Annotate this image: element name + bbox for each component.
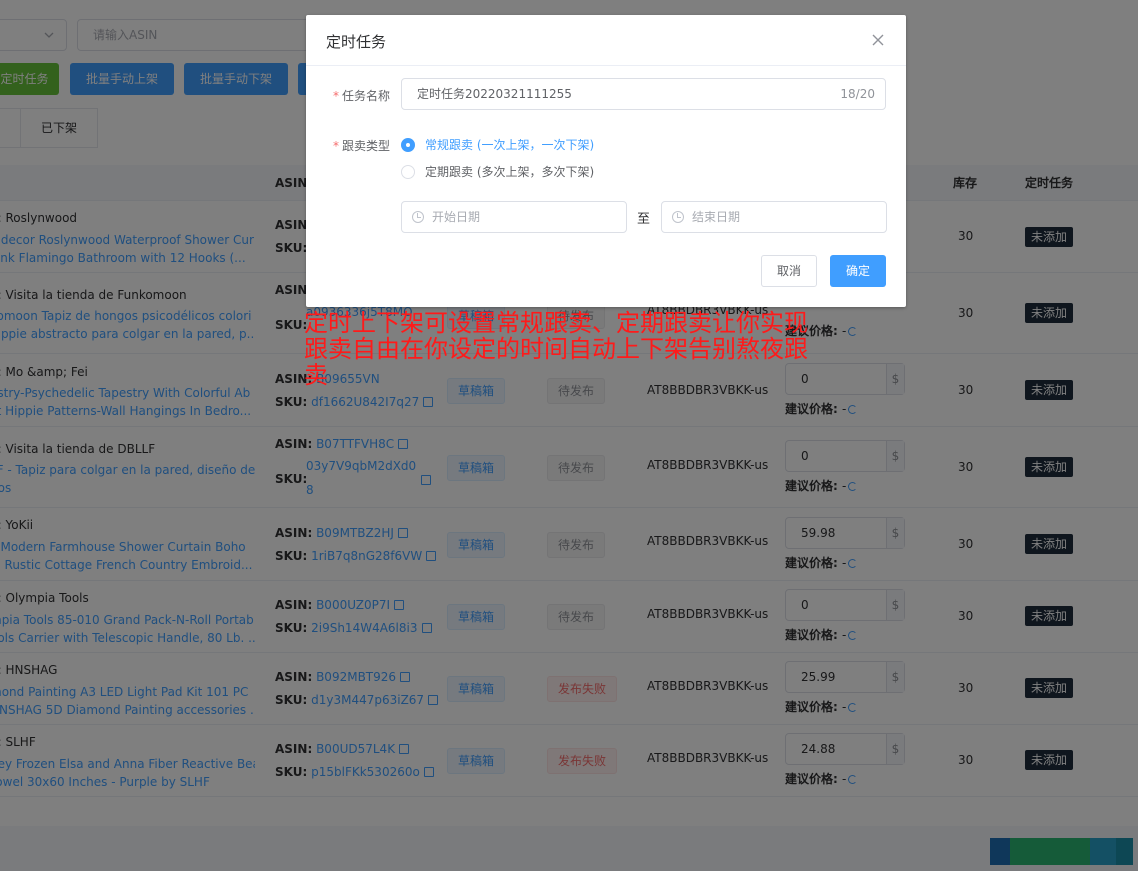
date-range-separator: 至 — [637, 212, 651, 227]
cancel-button[interactable]: 取消 — [761, 255, 817, 287]
confirm-button[interactable]: 确定 — [830, 255, 886, 287]
end-date-input[interactable]: 结束日期 — [661, 201, 887, 233]
task-name-label: * 任务名称 — [332, 89, 390, 103]
radio-regular-label: 常规跟卖 (一次上架，一次下架) — [425, 138, 595, 152]
promo-annotation: 定时上下架可设置常规跟卖、定期跟卖让你实现跟卖自由在你设定的时间自动上下架告别熬… — [304, 309, 808, 389]
radio-dot — [401, 165, 415, 179]
char-counter: 18/20 — [840, 87, 875, 101]
task-name-input[interactable]: 定时任务20220321111255 18/20 — [401, 78, 886, 110]
start-date-input[interactable]: 开始日期 — [401, 201, 627, 233]
scheduled-task-dialog: 定时任务 * 任务名称 定时任务20220321111255 18/20 * 跟卖类… — [306, 15, 906, 307]
follow-type-label: * 跟卖类型 — [332, 139, 390, 153]
dialog-title: 定时任务 — [326, 33, 387, 51]
radio-periodic-label: 定期跟卖 (多次上架，多次下架) — [425, 165, 595, 179]
task-name-value: 定时任务20220321111255 — [417, 87, 572, 101]
dialog-header: 定时任务 — [306, 15, 906, 66]
clock-icon — [672, 211, 684, 223]
clock-icon — [412, 211, 424, 223]
end-date-placeholder: 结束日期 — [692, 210, 741, 224]
radio-dot — [401, 138, 415, 152]
start-date-placeholder: 开始日期 — [432, 210, 481, 224]
close-icon[interactable] — [870, 32, 886, 48]
